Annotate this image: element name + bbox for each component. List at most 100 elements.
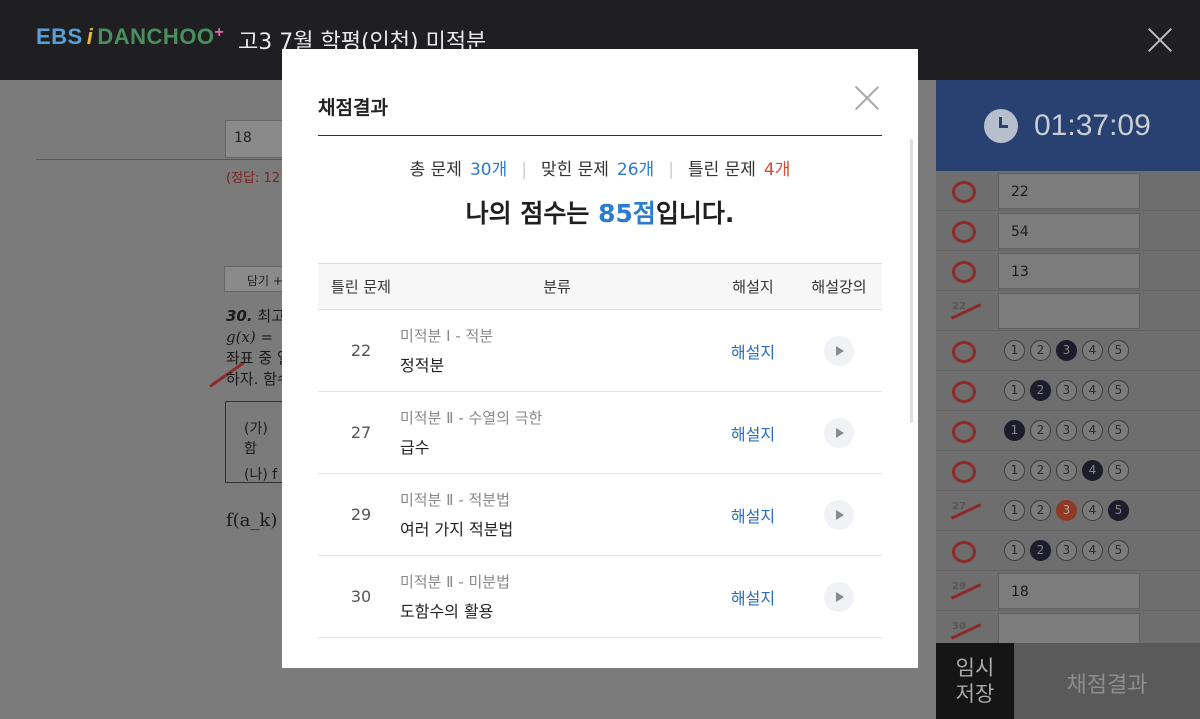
choice-4[interactable]: 4 xyxy=(1082,380,1103,401)
close-icon[interactable] xyxy=(1146,26,1174,54)
solution-link[interactable]: 해설지 xyxy=(731,507,775,526)
choice-3[interactable]: 3 xyxy=(1056,420,1077,441)
grade-result-button[interactable]: 채점결과 xyxy=(1014,643,1200,719)
separator: | xyxy=(668,160,674,180)
answer-rows: 19 22 20 54 21 13 22 23 1 2 3 4 5 24 1 2 3 4 5 25 1 2 3 4 5 26 1 2 3… xyxy=(936,171,1200,651)
question-number: 29 xyxy=(350,505,372,524)
header-lecture: 해설강의 xyxy=(811,278,867,296)
temp-save-label-2: 저장 xyxy=(955,682,995,706)
table-row: 29 미적분 Ⅱ - 적분법 여러 가지 적분법 해설지 xyxy=(318,474,882,556)
answer-input[interactable]: 13 xyxy=(998,253,1140,289)
choice-4[interactable]: 4 xyxy=(1082,460,1103,481)
modal-title: 채점결과 xyxy=(318,97,388,119)
logo-danchoo: DANCHOO xyxy=(97,24,215,49)
correct-mark: 25 xyxy=(952,421,976,443)
choice-4[interactable]: 4 xyxy=(1082,540,1103,561)
category-text: 미적분 Ⅱ - 수열의 극한 xyxy=(400,409,543,427)
correct-mark: 24 xyxy=(952,381,976,403)
choice-group: 12345 xyxy=(1004,420,1134,441)
play-icon[interactable] xyxy=(824,335,854,366)
choice-2[interactable]: 2 xyxy=(1030,340,1051,361)
play-icon[interactable] xyxy=(824,417,854,448)
temp-save-label-1: 임시 xyxy=(955,656,995,680)
lecture-cell xyxy=(796,335,882,366)
answer-row: 26 1 2 3 4 5 xyxy=(936,451,1200,491)
choice-5[interactable]: 5 xyxy=(1108,420,1129,441)
subject-text: 정적분 xyxy=(400,356,445,375)
modal-scrollbar[interactable] xyxy=(910,139,913,423)
choice-2[interactable]: 2 xyxy=(1030,380,1051,401)
play-icon[interactable] xyxy=(824,581,854,612)
choice-3[interactable]: 3 xyxy=(1056,500,1077,521)
choice-5[interactable]: 5 xyxy=(1108,460,1129,481)
choice-2[interactable]: 2 xyxy=(1030,540,1051,561)
choice-5[interactable]: 5 xyxy=(1108,340,1129,361)
answer-input[interactable]: 22 xyxy=(998,173,1140,209)
choice-2[interactable]: 2 xyxy=(1030,500,1051,521)
category-cell: 미적분 Ⅱ - 미분법도함수의 활용 xyxy=(400,571,710,622)
category-text: 미적분 Ⅱ - 미분법 xyxy=(400,573,510,591)
score-suffix: 입니다. xyxy=(655,199,735,228)
choice-2[interactable]: 2 xyxy=(1030,460,1051,481)
choice-3[interactable]: 3 xyxy=(1056,540,1077,561)
wrong-questions-table: 틀린 문제 분류 해설지 해설강의 22 미적분 Ⅰ - 적분 정적분 해설지 27 미적… xyxy=(318,263,882,638)
answer-row: 21 13 xyxy=(936,251,1200,291)
correct-value: 26개 xyxy=(616,160,655,180)
solution-link[interactable]: 해설지 xyxy=(731,343,775,362)
answer-input[interactable]: 54 xyxy=(998,213,1140,249)
choice-group: 12345 xyxy=(1004,340,1134,361)
choice-1[interactable]: 1 xyxy=(1004,500,1025,521)
correct-mark: 19 xyxy=(952,181,976,203)
table-row: 30 미적분 Ⅱ - 미분법도함수의 활용 해설지 xyxy=(318,556,882,638)
choice-3[interactable]: 3 xyxy=(1056,340,1077,361)
timer-text: 01:37:09 xyxy=(1034,108,1151,142)
timer: 01:37:09 xyxy=(936,80,1200,171)
question-number: 30 xyxy=(350,587,372,606)
choice-3[interactable]: 3 xyxy=(1056,460,1077,481)
correct-mark: 28 xyxy=(952,541,976,563)
choice-5[interactable]: 5 xyxy=(1108,380,1129,401)
choice-1[interactable]: 1 xyxy=(1004,340,1025,361)
answer-row: 22 xyxy=(936,291,1200,331)
condition-box: (가) 함 (나) f xyxy=(225,401,285,483)
choice-5[interactable]: 5 xyxy=(1108,500,1129,521)
correct-label: 맞힌 문제 xyxy=(540,160,609,180)
lecture-cell xyxy=(796,417,882,448)
choice-2[interactable]: 2 xyxy=(1030,420,1051,441)
solution-cell: 해설지 xyxy=(710,585,796,609)
question-number: 30. xyxy=(226,307,253,325)
choice-1[interactable]: 1 xyxy=(1004,420,1025,441)
choice-1[interactable]: 1 xyxy=(1004,380,1025,401)
subject-text: 급수 xyxy=(400,438,430,457)
play-icon[interactable] xyxy=(824,499,854,530)
solution-link[interactable]: 해설지 xyxy=(731,425,775,444)
lecture-cell xyxy=(796,499,882,530)
correct-mark: 23 xyxy=(952,341,976,363)
modal-close-icon[interactable] xyxy=(854,85,880,111)
divider xyxy=(36,159,286,160)
choice-5[interactable]: 5 xyxy=(1108,540,1129,561)
logo-plus: + xyxy=(214,24,225,41)
wrong-mark: 29 xyxy=(952,581,980,603)
answer-input[interactable] xyxy=(998,293,1140,329)
choice-4[interactable]: 4 xyxy=(1082,340,1103,361)
temp-save-button[interactable]: 임시 저장 xyxy=(936,643,1014,719)
add-button[interactable]: 담기 + xyxy=(224,266,284,292)
choice-4[interactable]: 4 xyxy=(1082,420,1103,441)
category-text: 미적분 Ⅰ - 적분 xyxy=(400,327,494,345)
choice-4[interactable]: 4 xyxy=(1082,500,1103,521)
answer-input[interactable]: 18 xyxy=(998,573,1140,609)
solution-link[interactable]: 해설지 xyxy=(731,589,775,608)
ebsi-danchoo-logo: EBS i DANCHOO+ xyxy=(36,24,224,50)
answer-row: 24 1 2 3 4 5 xyxy=(936,371,1200,411)
choice-3[interactable]: 3 xyxy=(1056,380,1077,401)
choice-1[interactable]: 1 xyxy=(1004,460,1025,481)
answer-input-bg[interactable]: 18 xyxy=(225,120,285,158)
choice-1[interactable]: 1 xyxy=(1004,540,1025,561)
condition-ga: (가) 함 xyxy=(244,421,268,457)
correct-mark: 26 xyxy=(952,461,976,483)
answer-sheet-panel: 01:37:09 19 22 20 54 21 13 22 23 1 2 3 4 5 24 1 2 3 4 5 25 1… xyxy=(936,80,1200,719)
solution-cell: 해설지 xyxy=(710,339,796,363)
answer-row: 20 54 xyxy=(936,211,1200,251)
subject-text: 도함수의 활용 xyxy=(400,602,494,621)
